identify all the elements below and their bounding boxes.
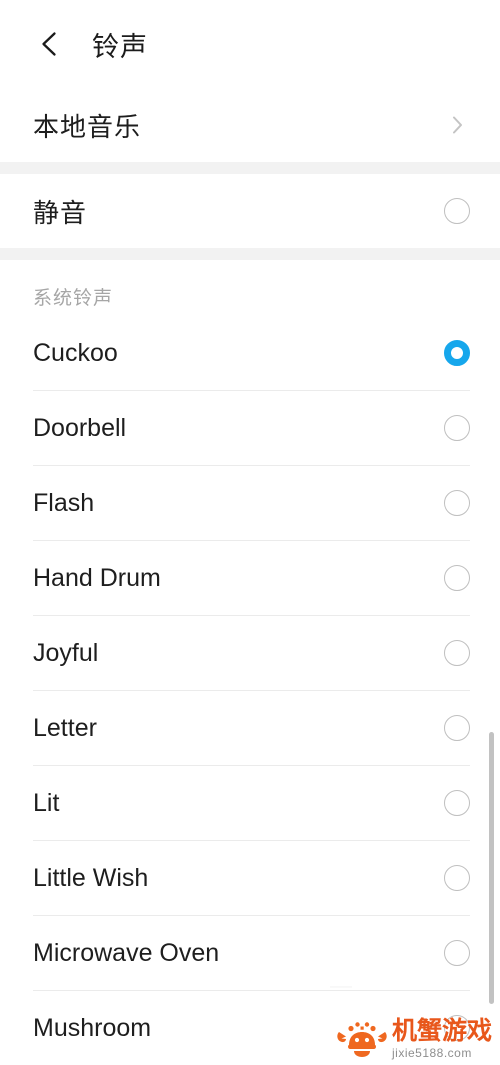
ringtone-radio[interactable] [444, 640, 470, 666]
row-local-music[interactable]: 本地音乐 [0, 88, 500, 162]
back-button[interactable] [30, 23, 72, 65]
page-title: 铃声 [92, 31, 148, 62]
local-music-label: 本地音乐 [33, 111, 142, 142]
ringtone-row[interactable]: Lit [0, 766, 500, 840]
silent-label: 静音 [33, 197, 88, 228]
scrollbar-thumb[interactable] [489, 732, 494, 1004]
ringtone-label: Microwave Oven [33, 938, 220, 967]
ringtone-label: Lit [33, 788, 60, 817]
ringtone-row[interactable]: Mushroom [0, 991, 500, 1065]
ringtone-label: Letter [33, 713, 97, 742]
ringtone-radio[interactable] [444, 715, 470, 741]
ringtone-settings-screen: 铃声 本地音乐 静音 系统铃声 Cuckoo Doorbell Flash Hand … [0, 0, 500, 1065]
section-spacer-top [0, 162, 500, 174]
ringtone-row[interactable]: Joyful [0, 616, 500, 690]
ringtone-radio[interactable] [444, 565, 470, 591]
ringtone-row[interactable]: Cuckoo [0, 316, 500, 390]
ringtone-label: Cuckoo [33, 338, 118, 367]
section-spacer-bottom [0, 248, 500, 260]
ringtone-label: Little Wish [33, 863, 149, 892]
ringtone-radio[interactable] [444, 340, 470, 366]
section-header-label: 系统铃声 [33, 288, 114, 309]
ringtone-row[interactable]: Letter [0, 691, 500, 765]
app-bar: 铃声 [0, 0, 500, 88]
ringtone-label: Hand Drum [33, 563, 161, 592]
ringtone-row[interactable]: Little Wish [0, 841, 500, 915]
ringtone-row[interactable]: Doorbell [0, 391, 500, 465]
ringtone-label: Flash [33, 488, 95, 517]
ringtone-radio[interactable] [444, 415, 470, 441]
ringtone-list: Cuckoo Doorbell Flash Hand Drum Joyful Letter… [0, 316, 500, 1065]
ringtone-radio[interactable] [444, 865, 470, 891]
ringtone-row[interactable]: Microwave Oven [0, 916, 500, 990]
ringtone-radio[interactable] [444, 1015, 470, 1041]
watermark-ghost-artifact: ￣ [329, 986, 352, 1011]
ringtone-radio[interactable] [444, 790, 470, 816]
ringtone-radio[interactable] [444, 940, 470, 966]
section-header-system-ringtones: 系统铃声 [0, 260, 500, 316]
ringtone-row[interactable]: Hand Drum [0, 541, 500, 615]
chevron-right-icon [444, 112, 470, 138]
silent-radio[interactable] [444, 198, 470, 224]
ringtone-radio[interactable] [444, 490, 470, 516]
arrow-left-icon [34, 27, 68, 61]
ringtone-label: Joyful [33, 638, 99, 667]
scrollbar-track[interactable] [489, 250, 497, 1060]
ringtone-row[interactable]: Flash [0, 466, 500, 540]
ringtone-label: Doorbell [33, 413, 127, 442]
ringtone-label: Mushroom [33, 1013, 152, 1042]
row-silent[interactable]: 静音 [0, 174, 500, 248]
